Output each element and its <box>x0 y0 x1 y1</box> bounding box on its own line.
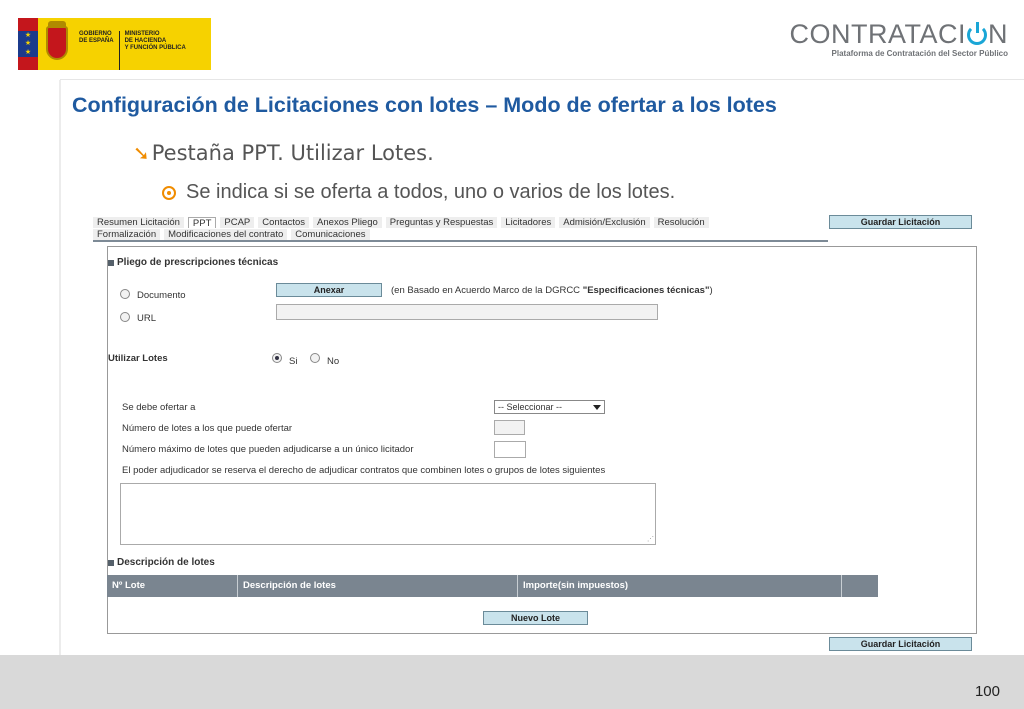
tab-bar-row1: Resumen Licitación PPT PCAP Contactos An… <box>93 216 713 229</box>
utilizar-lotes-label: Utilizar Lotes <box>108 353 168 364</box>
tab-pcap[interactable]: PCAP <box>220 216 255 228</box>
slide-title: Configuración de Licitaciones con lotes … <box>72 93 777 117</box>
column-header-num-lote[interactable]: Nº Lote <box>107 575 238 597</box>
save-licitacion-button-bottom[interactable]: Guardar Licitación <box>829 637 972 651</box>
num-lotes-label: Número de lotes a los que puede ofertar <box>122 423 293 434</box>
num-max-lotes-field[interactable] <box>494 441 526 458</box>
target-bullet-icon <box>162 185 176 200</box>
tab-bar-underline <box>93 240 828 242</box>
reserva-textarea[interactable]: ⋰ <box>120 483 656 545</box>
anexar-button[interactable]: Anexar <box>276 283 382 297</box>
chevron-down-icon <box>593 405 601 410</box>
bullet-level2: Se indica si se oferta a todos, uno o va… <box>162 181 675 204</box>
url-field[interactable] <box>276 304 658 320</box>
tab-modificaciones-contrato[interactable]: Modificaciones del contrato <box>164 228 288 240</box>
section-square-icon <box>108 559 114 566</box>
resize-grip-icon[interactable]: ⋰ <box>647 536 654 543</box>
column-header-actions <box>842 575 878 597</box>
contratacion-wordmark: CONTRATACI N <box>789 19 1008 49</box>
contratacion-logo: CONTRATACI N Plataforma de Contratación d… <box>790 20 1009 58</box>
tab-licitadores[interactable]: Licitadores <box>501 216 556 228</box>
tab-resumen-licitacion[interactable]: Resumen Licitación <box>93 216 184 228</box>
lotes-table-header: Nº Lote Descripción de lotes Importe(sin… <box>107 575 878 597</box>
num-lotes-field[interactable] <box>494 420 525 435</box>
column-header-importe[interactable]: Importe(sin impuestos) <box>518 575 842 597</box>
tab-ppt[interactable]: PPT <box>187 216 217 229</box>
left-divider <box>59 80 61 655</box>
descripcion-section-title: Descripción de lotes <box>108 557 215 568</box>
tab-bar-row2: Formalización Modificaciones del contrat… <box>93 228 374 240</box>
anexar-note: (en Basado en Acuerdo Marco de la DGRCC … <box>391 285 713 296</box>
header-divider <box>60 79 1024 80</box>
power-icon <box>967 22 987 45</box>
radio-url[interactable] <box>120 312 130 322</box>
platform-subtitle: Plataforma de Contratación del Sector Pú… <box>831 49 1008 58</box>
tab-formalizacion[interactable]: Formalización <box>93 228 161 240</box>
column-header-descripcion[interactable]: Descripción de lotes <box>238 575 518 597</box>
eu-flag-strip: ★ ★ ★ <box>18 18 38 70</box>
section-square-icon <box>108 259 114 266</box>
tab-contactos[interactable]: Contactos <box>258 216 310 228</box>
num-max-lotes-label: Número máximo de lotes que pueden adjudi… <box>122 444 414 455</box>
gobierno-logo: ★ ★ ★ GOBIERNO DE ESPAÑA MINISTERIO DE HAC… <box>18 18 211 70</box>
tab-admision-exclusion[interactable]: Admisión/Exclusión <box>559 216 650 228</box>
tab-resolucion[interactable]: Resolución <box>653 216 709 228</box>
page-number: 100 <box>974 683 1000 700</box>
coat-of-arms-icon <box>38 18 74 70</box>
bullet-level1: ➘ Pestaña PPT. Utilizar Lotes. <box>133 141 434 165</box>
radio-documento-label: Documento <box>137 290 186 301</box>
bullet-level1-text: Pestaña PPT. Utilizar Lotes. <box>151 141 434 165</box>
tab-preguntas-respuestas[interactable]: Preguntas y Respuestas <box>385 216 498 228</box>
radio-lotes-si[interactable] <box>272 353 282 363</box>
radio-documento[interactable] <box>120 289 130 299</box>
tab-anexos-pliego[interactable]: Anexos Pliego <box>313 216 382 228</box>
radio-lotes-no[interactable] <box>310 353 320 363</box>
gov-name: GOBIERNO DE ESPAÑA <box>79 31 114 44</box>
ofertar-label: Se debe ofertar a <box>122 402 196 413</box>
bullet-level2-text: Se indica si se oferta a todos, uno o va… <box>186 181 676 203</box>
tab-comunicaciones[interactable]: Comunicaciones <box>291 228 370 240</box>
save-licitacion-button-top[interactable]: Guardar Licitación <box>829 215 972 229</box>
ministry-name: MINISTERIO DE HACIENDA Y FUNCIÓN PÚBLICA <box>118 31 191 70</box>
arrow-bullet-icon: ➘ <box>133 141 150 165</box>
radio-url-label: URL <box>137 313 157 324</box>
slide-footer: 100 <box>0 655 1024 709</box>
ofertar-select[interactable]: -- Seleccionar -- <box>494 400 605 414</box>
app-screenshot: Resumen Licitación PPT PCAP Contactos An… <box>93 213 977 657</box>
radio-lotes-no-label: No <box>327 356 340 367</box>
reserva-label: El poder adjudicador se reserva el derec… <box>122 465 606 476</box>
pliego-section-title: Pliego de prescripciones técnicas <box>108 257 278 268</box>
nuevo-lote-button[interactable]: Nuevo Lote <box>483 611 588 625</box>
radio-lotes-si-label: Si <box>289 356 298 367</box>
